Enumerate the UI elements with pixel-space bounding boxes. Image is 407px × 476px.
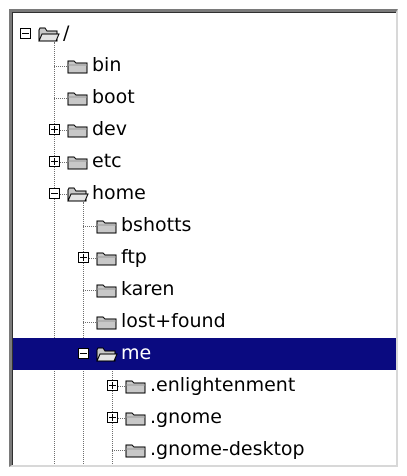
tree-node-me[interactable]: me	[12, 338, 396, 370]
tree-node-label: lost+found	[121, 310, 226, 332]
collapse-icon[interactable]	[20, 28, 31, 39]
tree-node-gnome-desktop[interactable]: .gnome-desktop	[12, 434, 396, 465]
tree-node-label: dev	[92, 118, 127, 140]
folder-icon	[125, 378, 147, 394]
folder-icon	[96, 250, 118, 266]
tree-node-label: .gnome	[150, 406, 222, 428]
tree-node-label: me	[121, 342, 152, 364]
tree-node-label: ftp	[121, 246, 147, 268]
tree-node-gnome[interactable]: .gnome	[12, 402, 396, 434]
tree-node-home[interactable]: home	[12, 178, 396, 210]
folder-icon	[67, 154, 89, 170]
tree-node-bshotts[interactable]: bshotts	[12, 210, 396, 242]
tree-node-label: boot	[92, 86, 135, 108]
tree-node-label: bshotts	[121, 214, 192, 236]
folder-icon	[125, 442, 147, 458]
tree-node-label: .gnome-desktop	[150, 438, 305, 460]
tree-node-label: karen	[121, 278, 175, 300]
folder-icon	[67, 122, 89, 138]
tree-node-lost-found[interactable]: lost+found	[12, 306, 396, 338]
folder-open-icon	[67, 186, 89, 202]
expand-icon[interactable]	[78, 252, 89, 263]
folder-icon	[125, 410, 147, 426]
expand-icon[interactable]	[107, 412, 118, 423]
directory-tree-panel[interactable]: / bin boot dev etc home bshotts ftp karen lost+fo…	[9, 9, 398, 467]
collapse-icon[interactable]	[49, 188, 60, 199]
tree-node-etc[interactable]: etc	[12, 146, 396, 178]
folder-icon	[96, 218, 118, 234]
folder-icon	[96, 314, 118, 330]
tree-node-label: bin	[92, 54, 122, 76]
tree-node-dev[interactable]: dev	[12, 114, 396, 146]
tree-node-boot[interactable]: boot	[12, 82, 396, 114]
folder-icon	[67, 58, 89, 74]
tree-node-[interactable]: /	[12, 18, 396, 50]
tree-node-ftp[interactable]: ftp	[12, 242, 396, 274]
folder-open-icon	[96, 346, 118, 362]
selection-highlight	[12, 338, 396, 370]
expand-icon[interactable]	[49, 156, 60, 167]
tree-node-label: .enlightenment	[150, 374, 296, 396]
tree-node-label: home	[92, 182, 146, 204]
tree-node-enlightenment[interactable]: .enlightenment	[12, 370, 396, 402]
tree-node-label: /	[63, 22, 70, 44]
tree-node-bin[interactable]: bin	[12, 50, 396, 82]
collapse-icon[interactable]	[78, 348, 89, 359]
folder-icon	[67, 90, 89, 106]
tree-node-label: etc	[92, 150, 122, 172]
expand-icon[interactable]	[107, 380, 118, 391]
expand-icon[interactable]	[49, 124, 60, 135]
tree-node-karen[interactable]: karen	[12, 274, 396, 306]
folder-open-icon	[38, 26, 60, 42]
folder-icon	[96, 282, 118, 298]
